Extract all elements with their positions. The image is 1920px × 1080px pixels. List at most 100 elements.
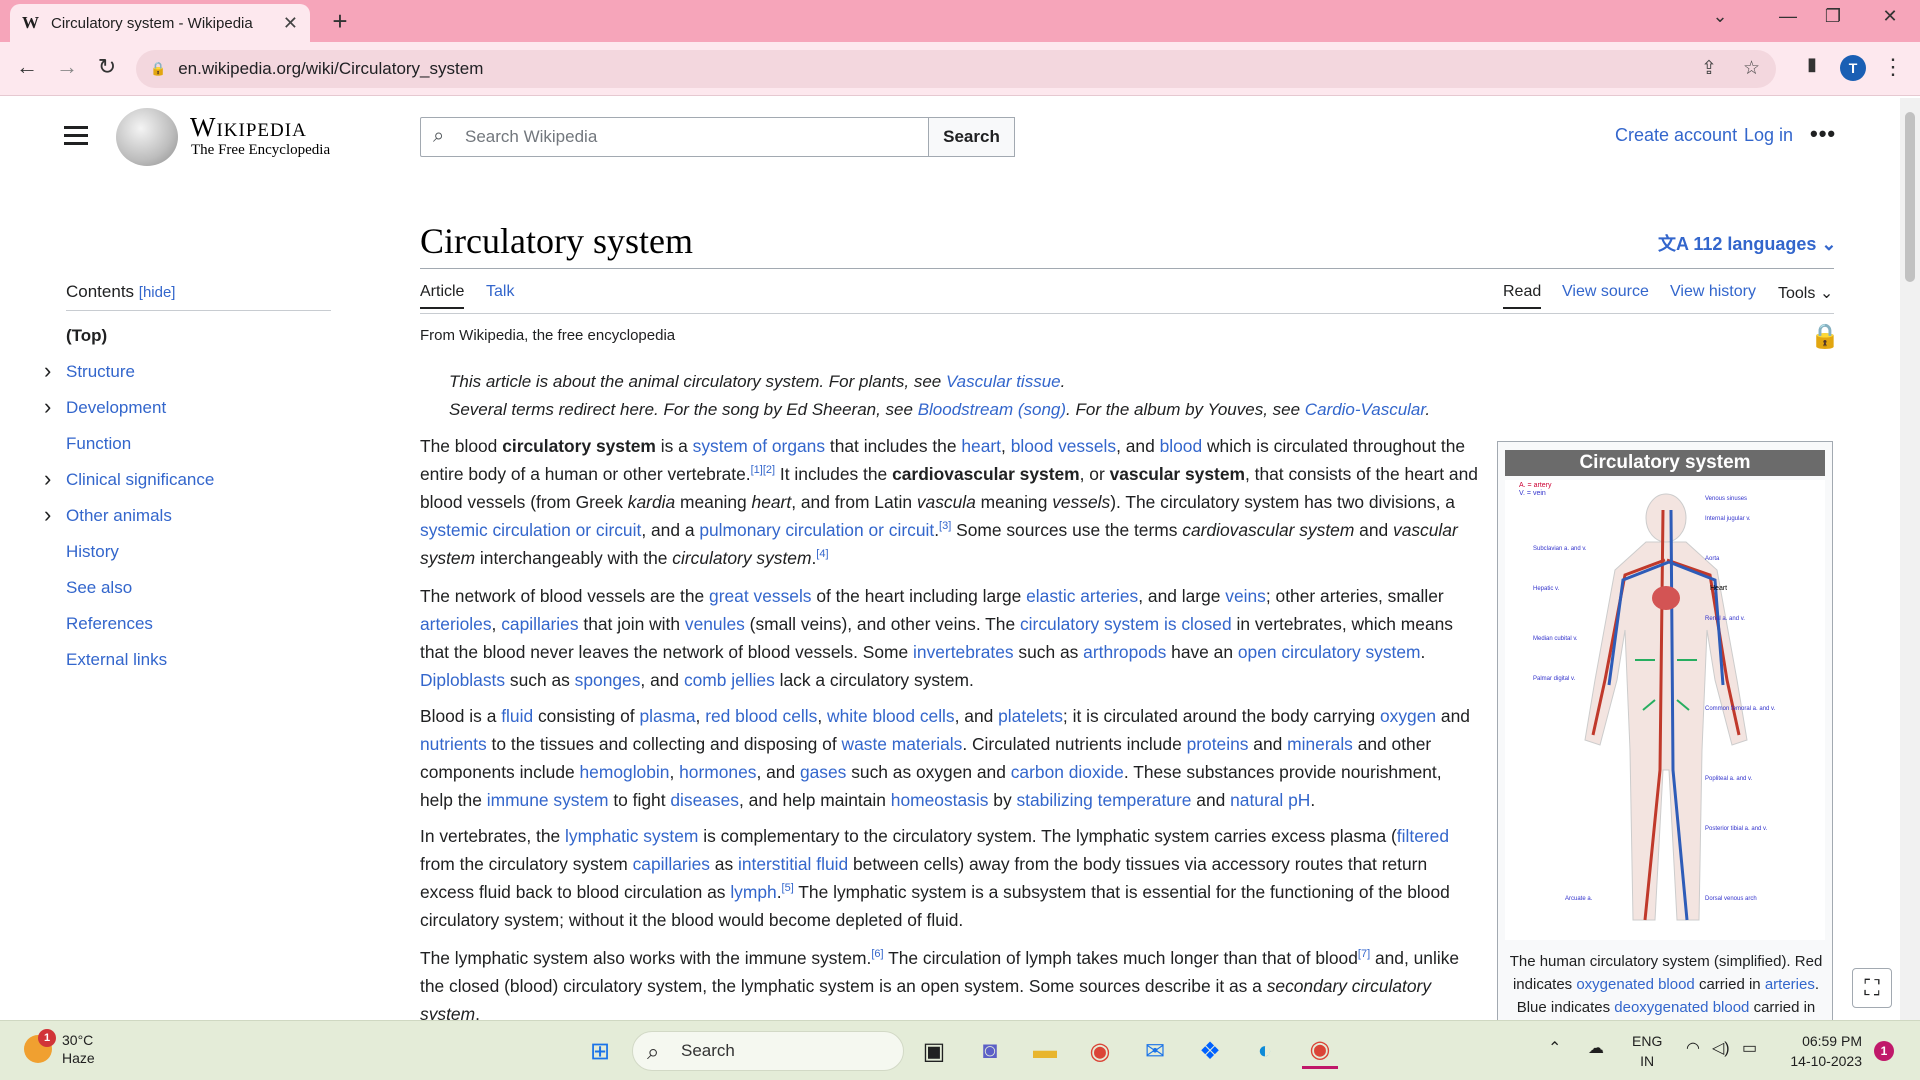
tab-view-source[interactable]: View source [1562,283,1649,301]
citation-link[interactable]: [7] [1358,948,1370,960]
battery-icon[interactable]: ▭ [1742,1038,1757,1058]
inline-link[interactable]: invertebrates [913,642,1014,662]
site-info-icon[interactable]: 🔒 [150,61,166,77]
tab-view-history[interactable]: View history [1670,283,1756,301]
volume-icon[interactable]: ◁) [1712,1038,1730,1058]
inline-link[interactable]: plasma [639,706,695,726]
tab-search-chevron-icon[interactable]: ⌄ [1700,6,1740,27]
toc-item[interactable]: Structure [66,362,135,382]
weather-widget[interactable]: 1 30°C Haze [24,1029,95,1067]
tab-read[interactable]: Read [1503,283,1542,309]
inline-link[interactable]: waste materials [842,734,963,754]
close-tab-icon[interactable]: ✕ [283,13,298,34]
profile-avatar[interactable]: T [1840,55,1866,81]
deoxygenated-blood-link[interactable]: deoxygenated blood [1614,999,1749,1016]
inline-link[interactable]: hemoglobin [580,762,670,782]
chrome-icon[interactable]: ◉ [1082,1033,1118,1069]
inline-link[interactable]: capillaries [633,854,710,874]
inline-link[interactable]: blood vessels [1011,436,1116,456]
toc-item[interactable]: Function [66,434,131,454]
toc-item[interactable]: (Top) [66,326,107,346]
taskbar-search[interactable]: ⌕ Search [632,1031,904,1071]
inline-link[interactable]: filtered [1397,826,1449,846]
tab-talk[interactable]: Talk [486,283,514,301]
inline-link[interactable]: lymph [730,882,776,902]
search-input[interactable]: ⌕ Search Wikipedia [420,117,930,157]
search-button[interactable]: Search [928,117,1015,157]
inline-link[interactable]: comb jellies [684,670,775,690]
inline-link[interactable]: open circulatory system [1238,642,1421,662]
inline-link[interactable]: natural pH [1230,790,1310,810]
mail-icon[interactable]: ✉ [1137,1033,1173,1069]
inline-link[interactable]: homeostasis [891,790,989,810]
inline-link[interactable]: sponges [575,670,641,690]
inline-link[interactable]: circulatory system is closed [1020,614,1232,634]
create-account-link[interactable]: Create account [1615,125,1737,146]
inline-link[interactable]: fluid [501,706,533,726]
toc-item[interactable]: Other animals [66,506,172,526]
inline-link[interactable]: nutrients [420,734,487,754]
circulatory-diagram-image[interactable]: A. = artery V. = vein Venous sinuses Inter… [1505,480,1825,940]
file-explorer-icon[interactable]: ▬ [1027,1033,1063,1069]
edge-icon[interactable]: ◐ [1247,1033,1283,1069]
forward-icon[interactable]: → [52,54,82,80]
show-hidden-icons-icon[interactable]: ⌃ [1548,1038,1561,1058]
inline-link[interactable]: platelets [998,706,1063,726]
inline-link[interactable]: blood [1160,436,1203,456]
toc-item[interactable]: References [66,614,153,634]
chevron-right-icon[interactable]: › [44,394,51,420]
minimize-icon[interactable]: — [1768,6,1808,27]
inline-link[interactable]: elastic arteries [1026,586,1138,606]
inline-link[interactable]: interstitial fluid [738,854,848,874]
inline-link[interactable]: immune system [487,790,609,810]
side-panel-icon[interactable]: ▮ [1797,54,1827,75]
task-view-icon[interactable]: ▣ [916,1033,952,1069]
chevron-right-icon[interactable]: › [44,502,51,528]
protection-lock-icon[interactable]: 🔒 [1810,322,1840,351]
citation-link[interactable]: [2] [763,464,775,476]
chrome-menu-icon[interactable]: ⋮ [1878,54,1908,80]
toc-item[interactable]: Development [66,398,166,418]
citation-link[interactable]: [5] [782,882,794,894]
inline-link[interactable]: venules [685,614,745,634]
citation-link[interactable]: [4] [816,548,828,560]
log-in-link[interactable]: Log in [1744,125,1793,146]
vascular-tissue-link[interactable]: Vascular tissue [946,372,1061,391]
inline-link[interactable]: oxygen [1380,706,1436,726]
toc-item[interactable]: Clinical significance [66,470,214,490]
scrollbar-thumb[interactable] [1905,112,1915,282]
share-icon[interactable]: ⇪ [1701,57,1717,80]
toc-item[interactable]: External links [66,650,167,670]
more-options-icon[interactable]: ••• [1810,121,1836,147]
inline-link[interactable]: carbon dioxide [1011,762,1124,782]
inline-link[interactable]: gases [800,762,846,782]
inline-link[interactable]: diseases [670,790,739,810]
tab-article[interactable]: Article [420,283,465,309]
arteries-link[interactable]: arteries [1765,976,1815,993]
toc-hide-link[interactable]: [hide] [139,284,176,301]
inline-link[interactable]: system of organs [693,436,825,456]
inline-link[interactable]: lymphatic system [565,826,698,846]
notification-badge[interactable]: 1 [1874,1041,1894,1061]
cardio-vascular-link[interactable]: Cardio-Vascular [1305,400,1426,419]
inline-link[interactable]: red blood cells [705,706,817,726]
language-button[interactable]: 文A 112 languages ⌄ [1658,230,1837,256]
windows-start-icon[interactable]: ⊞ [582,1033,618,1069]
inline-link[interactable]: pulmonary circulation or circuit [699,520,934,540]
clock[interactable]: 06:59 PM 14-10-2023 [1790,1031,1862,1071]
wikipedia-wordmark[interactable]: Wikipedia [190,112,307,143]
citation-link[interactable]: [1] [751,464,763,476]
chrome-active-icon[interactable]: ◉ [1302,1033,1338,1069]
citation-link[interactable]: [3] [939,520,951,532]
inline-link[interactable]: minerals [1287,734,1353,754]
wifi-icon[interactable]: ◠ [1686,1038,1700,1058]
toc-item[interactable]: See also [66,578,132,598]
reload-icon[interactable]: ↻ [92,54,122,80]
dropbox-icon[interactable]: ❖ [1192,1033,1228,1069]
fullscreen-icon[interactable]: ⛶ [1852,968,1892,1008]
bookmark-star-icon[interactable]: ☆ [1743,57,1760,80]
inline-link[interactable]: Diploblasts [420,670,505,690]
inline-link[interactable]: heart [961,436,1001,456]
inline-link[interactable]: hormones [679,762,756,782]
citation-link[interactable]: [6] [871,948,883,960]
